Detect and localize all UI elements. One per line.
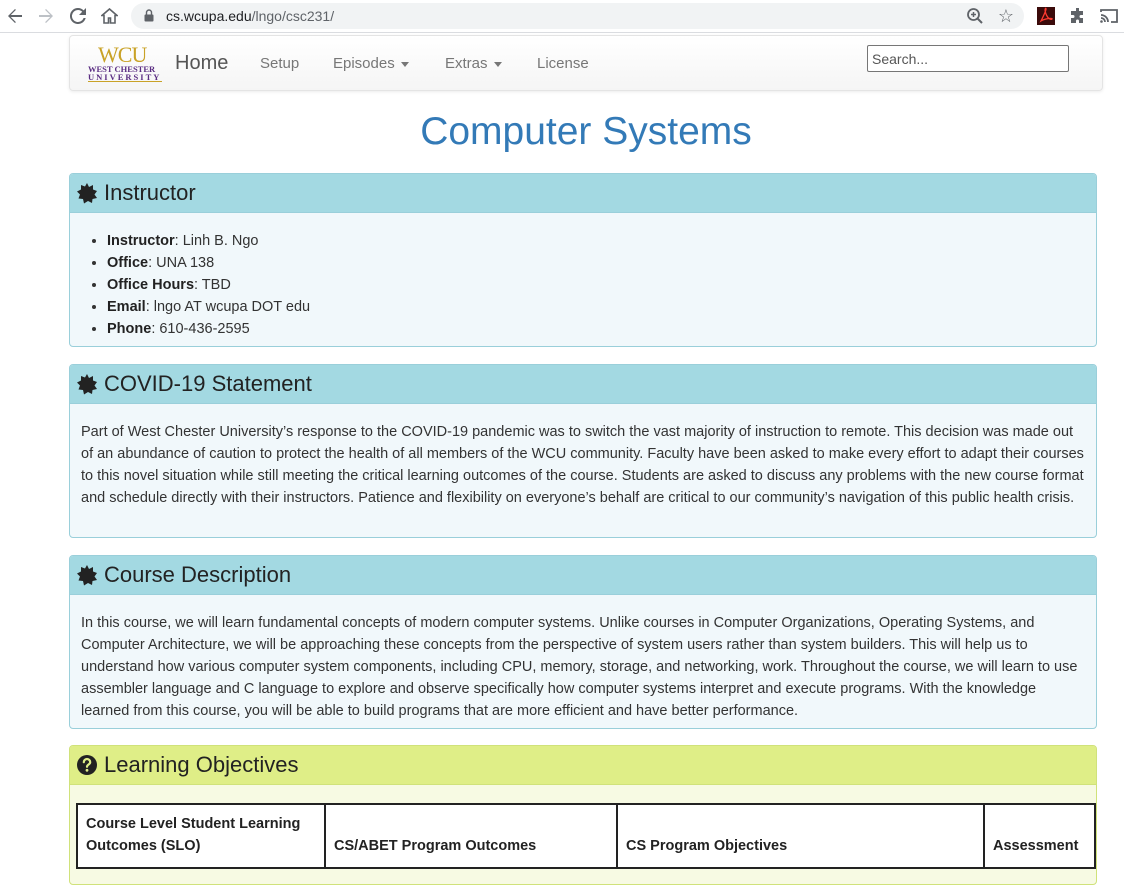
detail-label: Email (107, 299, 146, 315)
instructor-panel-heading: Instructor (70, 174, 1096, 213)
certificate-icon (77, 183, 97, 204)
page-title: Computer Systems (420, 110, 752, 153)
zoom-icon[interactable] (966, 7, 984, 25)
detail-value: : lngo AT wcupa DOT edu (145, 299, 311, 315)
objectives-panel: Learning Objectives Course Level Student… (69, 745, 1097, 885)
column-header-assessment: Assessment (983, 803, 1096, 869)
list-item: Office Hours: TBD (107, 274, 1085, 296)
description-heading: Course Description (104, 562, 292, 587)
column-header-program-objectives: CS Program Objectives (616, 803, 985, 869)
pdf-extension-icon[interactable] (1036, 6, 1056, 26)
detail-value: : Linh B. Ngo (174, 233, 259, 249)
nav-setup[interactable]: Setup (260, 55, 299, 72)
detail-value: : TBD (194, 277, 231, 293)
detail-label: Instructor (107, 233, 175, 249)
instructor-details-list: Instructor: Linh B. Ngo Office: UNA 138 … (107, 230, 1085, 340)
url-host: cs.wcupa.edu (166, 8, 252, 24)
address-bar[interactable]: cs.wcupa.edu/lngo/csc231/ ☆ (131, 3, 1024, 29)
covid-panel: COVID-19 Statement Part of West Chester … (69, 364, 1097, 538)
instructor-panel-body: Instructor: Linh B. Ngo Office: UNA 138 … (70, 213, 1096, 346)
extensions-puzzle-icon[interactable] (1068, 6, 1088, 26)
list-item: Email: lngo AT wcupa DOT edu (107, 296, 1085, 318)
bookmark-star-icon[interactable]: ☆ (998, 6, 1014, 27)
home-link[interactable]: Home (175, 52, 228, 75)
detail-label: Office (107, 255, 149, 271)
covid-heading: COVID-19 Statement (104, 371, 312, 396)
wcu-logo[interactable]: WCU WEST CHESTER UNIVERSITY (88, 42, 162, 82)
certificate-icon (77, 374, 97, 395)
url-text: cs.wcupa.edu/lngo/csc231/ (166, 8, 334, 24)
detail-value: : UNA 138 (148, 255, 215, 271)
nav-extras-label: Extras (445, 55, 488, 72)
logo-underline (88, 81, 162, 82)
description-panel-heading: Course Description (70, 556, 1096, 595)
site-navbar: WCU WEST CHESTER UNIVERSITY Home Setup E… (69, 35, 1103, 91)
objectives-panel-heading: Learning Objectives (70, 746, 1096, 785)
caret-down-icon (493, 61, 502, 67)
nav-license-label: License (537, 55, 589, 72)
forward-icon[interactable] (35, 5, 57, 27)
objectives-table: Course Level Student Learning Outcomes (… (76, 803, 1096, 869)
list-item: Instructor: Linh B. Ngo (107, 230, 1085, 252)
column-header-slo: Course Level Student Learning Outcomes (… (76, 803, 326, 869)
cast-icon[interactable] (1099, 6, 1119, 26)
nav-extras[interactable]: Extras (445, 55, 502, 72)
browser-toolbar: cs.wcupa.edu/lngo/csc231/ ☆ (0, 0, 1124, 33)
detail-value: : 610-436-2595 (151, 321, 250, 337)
description-panel-body: In this course, we will learn fundamenta… (70, 595, 1096, 728)
home-icon[interactable] (98, 5, 120, 27)
caret-down-icon (400, 61, 409, 67)
question-circle-icon (77, 755, 97, 775)
objectives-heading: Learning Objectives (104, 752, 299, 777)
certificate-icon (77, 565, 97, 586)
detail-label: Phone (107, 321, 152, 337)
description-text: In this course, we will learn fundamenta… (81, 615, 1078, 719)
lock-icon (144, 9, 154, 22)
table-header-row: Course Level Student Learning Outcomes (… (76, 803, 1096, 869)
nav-setup-label: Setup (260, 55, 300, 72)
description-panel: Course Description In this course, we wi… (69, 555, 1097, 729)
url-path: /lngo/csc231/ (251, 8, 335, 24)
column-header-abet: CS/ABET Program Outcomes (324, 803, 618, 869)
detail-label: Office Hours (107, 277, 195, 293)
nav-license[interactable]: License (537, 55, 589, 72)
back-icon[interactable] (4, 5, 26, 27)
covid-text: Part of West Chester University’s respon… (81, 424, 1084, 506)
reload-icon[interactable] (67, 5, 89, 27)
nav-episodes-label: Episodes (333, 55, 395, 72)
instructor-panel: Instructor Instructor: Linh B. Ngo Offic… (69, 173, 1097, 347)
covid-panel-body: Part of West Chester University’s respon… (70, 404, 1096, 521)
nav-episodes[interactable]: Episodes (333, 55, 409, 72)
list-item: Office: UNA 138 (107, 252, 1085, 274)
instructor-heading: Instructor (104, 180, 196, 205)
search-input[interactable] (867, 45, 1069, 72)
covid-panel-heading: COVID-19 Statement (70, 365, 1096, 404)
list-item: Phone: 610-436-2595 (107, 318, 1085, 340)
